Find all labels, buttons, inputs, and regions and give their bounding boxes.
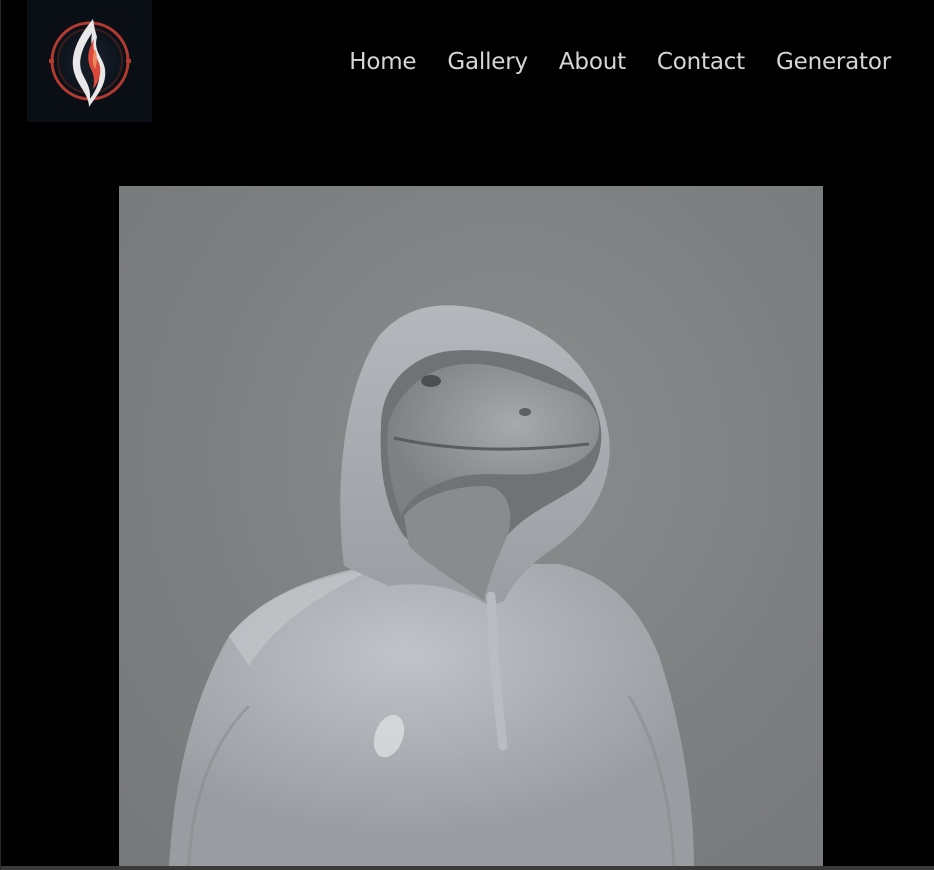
nav-generator-link[interactable]: Generator	[776, 46, 891, 78]
page-bottom-divider	[1, 866, 934, 870]
nav-gallery-link[interactable]: Gallery	[447, 46, 528, 78]
hooded-reptile-sculpture-image	[169, 305, 694, 866]
flame-emblem-icon	[48, 19, 131, 107]
nav-contact-link[interactable]: Contact	[657, 46, 745, 78]
hero-image	[119, 186, 823, 866]
main-nav: Home Gallery About Contact Generator	[318, 46, 891, 78]
nav-home-link[interactable]: Home	[349, 46, 416, 78]
site-header: Home Gallery About Contact Generator	[1, 0, 934, 150]
site-logo[interactable]	[27, 0, 152, 122]
nav-about-link[interactable]: About	[559, 46, 626, 78]
